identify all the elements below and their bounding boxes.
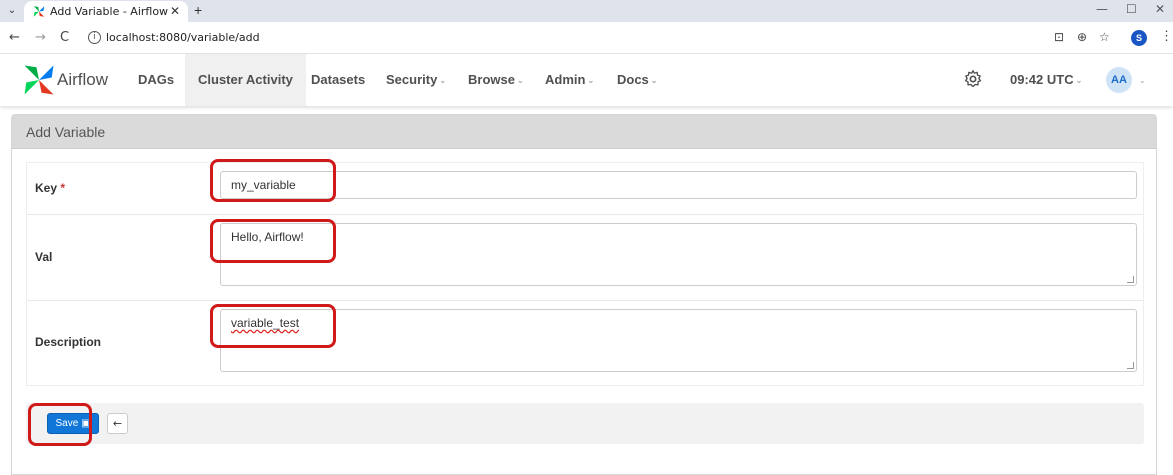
browser-tab-strip: ⌄ Add Variable - Airflow ✕ + — ☐ ✕ <box>0 0 1173 22</box>
key-input[interactable]: my_variable <box>220 171 1137 199</box>
brand-name[interactable]: Airflow <box>57 70 108 90</box>
forward-arrow-icon[interactable]: → <box>35 30 46 45</box>
chevron-down-icon: ⌄ <box>587 75 595 85</box>
minimize-window-button[interactable]: — <box>1096 2 1108 16</box>
add-variable-panel: Add Variable Key * my_variable Val Hello… <box>11 114 1157 475</box>
url-text: localhost:8080/variable/add <box>106 31 260 44</box>
chevron-down-icon: ⌄ <box>650 75 658 85</box>
form-actions: Save ▣ ← <box>26 403 1144 444</box>
description-textarea[interactable]: variable_test <box>220 309 1137 372</box>
nav-docs[interactable]: Docs ⌄ <box>605 54 670 106</box>
variable-form: Key * my_variable Val Hello, Airflow! De… <box>26 162 1144 386</box>
close-window-button[interactable]: ✕ <box>1155 2 1165 16</box>
translate-icon[interactable]: ⊡ <box>1054 30 1064 44</box>
nav-cluster-activity[interactable]: Cluster Activity <box>185 54 306 106</box>
key-row: Key * my_variable <box>27 163 1143 215</box>
tab-search-button[interactable]: ⌄ <box>4 3 20 19</box>
resize-handle-icon[interactable] <box>1127 276 1134 283</box>
nav-datasets[interactable]: Datasets <box>299 54 377 106</box>
floppy-disk-icon: ▣ <box>81 418 91 429</box>
gear-icon[interactable] <box>963 69 983 89</box>
tab-title: Add Variable - Airflow <box>50 5 169 18</box>
browser-menu-icon[interactable]: ⋮ <box>1160 28 1173 44</box>
profile-avatar[interactable]: S <box>1131 30 1147 46</box>
zoom-icon[interactable]: ⊕ <box>1077 30 1087 44</box>
bookmark-star-icon[interactable]: ☆ <box>1099 30 1110 44</box>
nav-dags[interactable]: DAGs <box>126 54 186 106</box>
back-button[interactable]: ← <box>107 413 128 434</box>
browser-address-bar: ← → C i localhost:8080/variable/add ⊡ ⊕ … <box>0 22 1173 54</box>
chevron-down-icon: ⌄ <box>439 75 447 85</box>
airflow-favicon-icon <box>33 6 45 17</box>
key-label: Key * <box>35 181 66 195</box>
chevron-down-icon[interactable]: ⌄ <box>1139 76 1146 85</box>
tab-close-icon[interactable]: ✕ <box>170 4 180 18</box>
chevron-down-icon: ⌄ <box>1075 76 1083 86</box>
val-label: Val <box>35 250 53 264</box>
airflow-navbar: Airflow DAGs Cluster Activity Datasets S… <box>0 54 1173 106</box>
utc-clock[interactable]: 09:42 UTC ⌄ <box>1010 72 1082 87</box>
arrow-left-icon: ← <box>112 417 123 430</box>
back-arrow-icon[interactable]: ← <box>9 30 20 45</box>
site-info-icon[interactable]: i <box>88 31 101 44</box>
required-marker: * <box>60 181 66 195</box>
val-textarea[interactable]: Hello, Airflow! <box>220 223 1137 286</box>
nav-admin[interactable]: Admin ⌄ <box>533 54 606 106</box>
new-tab-button[interactable]: + <box>194 2 202 18</box>
panel-heading: Add Variable <box>12 115 1156 149</box>
airflow-logo-icon[interactable] <box>22 63 56 97</box>
user-avatar[interactable]: AA <box>1106 67 1132 93</box>
maximize-window-button[interactable]: ☐ <box>1126 2 1137 16</box>
nav-security[interactable]: Security ⌄ <box>374 54 458 106</box>
browser-tab[interactable]: Add Variable - Airflow ✕ <box>24 1 188 22</box>
chevron-down-icon: ⌄ <box>516 75 524 85</box>
reload-icon[interactable]: C <box>60 30 69 45</box>
page-title: Add Variable <box>26 124 106 140</box>
resize-handle-icon[interactable] <box>1127 362 1134 369</box>
save-button[interactable]: Save ▣ <box>47 413 99 434</box>
nav-browse[interactable]: Browse ⌄ <box>456 54 536 106</box>
description-label: Description <box>35 335 102 349</box>
description-row: Description variable_test <box>27 301 1143 387</box>
url-field[interactable]: i localhost:8080/variable/add <box>80 27 1090 49</box>
val-row: Val Hello, Airflow! <box>27 215 1143 301</box>
